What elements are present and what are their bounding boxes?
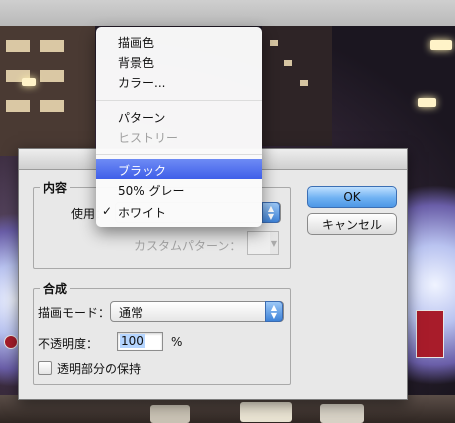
pattern-dropdown-icon: ▼ — [270, 231, 279, 255]
custom-pattern-label: カスタムパターン： — [134, 239, 242, 253]
custom-pattern-swatch — [247, 231, 271, 255]
menu-item-history: ヒストリー — [96, 126, 262, 146]
blend-mode-label: 描画モード： — [38, 306, 111, 320]
building-window — [284, 60, 292, 66]
menu-item-label: ブラック — [118, 164, 167, 178]
blending-legend: 合成 — [43, 282, 68, 296]
opacity-value: 100 — [120, 334, 145, 348]
menu-item-background-color[interactable]: 背景色 — [96, 51, 262, 71]
menu-item-label: カラー... — [118, 76, 166, 90]
cancel-button[interactable]: キャンセル — [307, 213, 397, 235]
street-lamp — [430, 40, 452, 50]
building-window — [40, 70, 64, 82]
street-lamp — [418, 98, 436, 107]
building-window — [40, 100, 64, 112]
building-window — [40, 40, 64, 52]
select-arrows-icon: ▲ ▼ — [262, 202, 280, 223]
menu-item-50-gray[interactable]: 50% グレー — [96, 179, 262, 199]
menu-item-label: 50% グレー — [118, 184, 185, 198]
menu-item-label: 描画色 — [118, 36, 155, 50]
menu-item-label: ヒストリー — [118, 131, 179, 145]
car — [150, 405, 190, 423]
menu-item-foreground-color[interactable]: 描画色 — [96, 31, 262, 51]
window-top-strip — [0, 0, 455, 27]
road-sign — [4, 335, 18, 349]
opacity-label: 不透明度： — [38, 337, 99, 351]
menu-separator — [96, 100, 262, 101]
menu-item-label: パターン — [118, 111, 166, 125]
building-window — [6, 100, 30, 112]
opacity-input[interactable]: 100 — [117, 332, 163, 351]
building-window — [270, 40, 278, 46]
car — [320, 404, 364, 423]
checkmark-icon: ✓ — [102, 204, 113, 218]
preserve-transparency-checkbox[interactable] — [38, 361, 52, 375]
menu-item-label: 背景色 — [118, 56, 155, 70]
ok-button[interactable]: OK — [307, 186, 397, 208]
building-window — [300, 80, 308, 86]
menu-item-label: ホワイト — [118, 206, 167, 220]
menu-item-color[interactable]: カラー... — [96, 71, 262, 91]
preserve-transparency-label: 透明部分の保持 — [57, 362, 142, 376]
car — [240, 402, 292, 422]
building-window — [6, 40, 30, 52]
menu-separator — [96, 154, 262, 155]
select-arrows-icon: ▲ ▼ — [265, 301, 283, 322]
menu-item-pattern[interactable]: パターン — [96, 106, 262, 126]
menu-item-white[interactable]: ✓ ホワイト — [96, 201, 262, 221]
billboard — [416, 310, 444, 358]
street-lamp — [22, 78, 36, 86]
contents-legend: 内容 — [43, 181, 68, 195]
opacity-unit: % — [171, 335, 183, 349]
use-popup-menu: 描画色 背景色 カラー... パターン ヒストリー ブラック 50% グレー ✓… — [96, 27, 262, 227]
menu-item-black[interactable]: ブラック — [96, 159, 262, 179]
blend-mode-value: 通常 — [119, 306, 144, 320]
blend-mode-select[interactable]: 通常 ▲ ▼ — [110, 301, 284, 322]
